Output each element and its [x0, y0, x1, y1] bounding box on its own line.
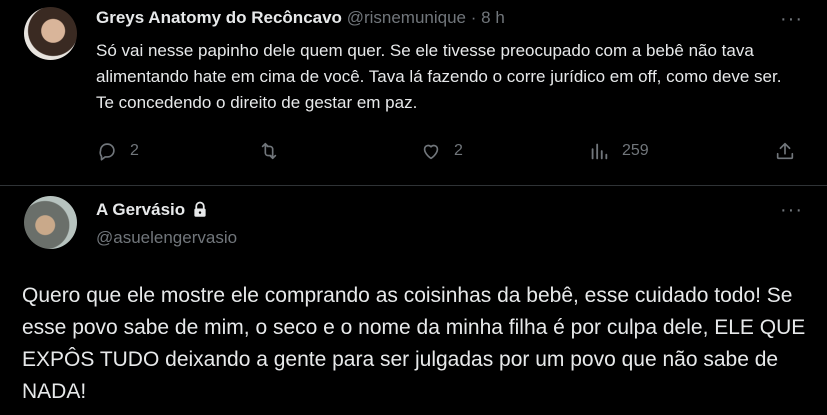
tweet-divider — [0, 185, 827, 186]
views-button[interactable]: 259 — [588, 138, 649, 164]
tweet-time[interactable]: 8 h — [481, 8, 505, 27]
tweet-reply[interactable]: Greys Anatomy do Recôncavo @risnemunique… — [0, 0, 827, 186]
heart-icon — [423, 144, 439, 160]
avatar[interactable] — [24, 7, 77, 60]
retweet-icon — [261, 142, 277, 160]
reply-count: 2 — [130, 142, 139, 159]
time-separator: · — [470, 8, 477, 27]
reply-icon — [99, 143, 115, 161]
share-icon — [776, 142, 794, 160]
view-count: 259 — [622, 142, 649, 159]
ellipsis-icon: ··· — [780, 199, 803, 221]
lock-icon — [194, 201, 206, 217]
more-options-button[interactable]: ··· — [780, 9, 803, 29]
author-name[interactable]: A Gervásio — [96, 200, 185, 220]
like-count: 2 — [454, 142, 463, 159]
avatar[interactable] — [24, 196, 77, 249]
ellipsis-icon: ··· — [780, 8, 803, 30]
share-button[interactable] — [774, 138, 796, 164]
author-name[interactable]: Greys Anatomy do Recôncavo — [96, 8, 342, 27]
tweet-header: Greys Anatomy do Recôncavo @risnemunique… — [96, 8, 505, 28]
author-handle[interactable]: @asuelengervasio — [96, 228, 237, 248]
tweet-text: Quero que ele mostre ele comprando as co… — [22, 284, 806, 403]
author-name-row: A Gervásio — [96, 200, 209, 220]
author-handle[interactable]: @risnemunique — [347, 8, 466, 27]
reply-button[interactable]: 2 — [96, 138, 139, 164]
more-options-button[interactable]: ··· — [780, 200, 803, 220]
tweet-text: Só vai nesse papinho dele quem quer. Se … — [96, 41, 782, 112]
tweet-actions: 2 2 259 — [96, 138, 806, 164]
retweet-button[interactable] — [258, 138, 280, 164]
like-button[interactable]: 2 — [420, 138, 463, 164]
views-chart-icon — [591, 143, 608, 160]
